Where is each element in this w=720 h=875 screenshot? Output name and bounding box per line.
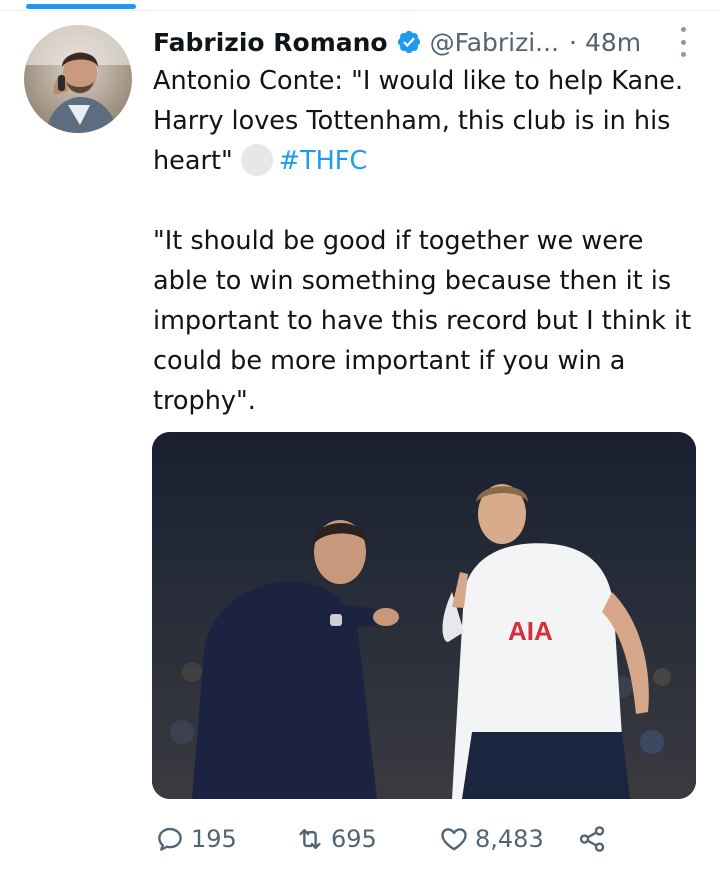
share-icon: [579, 826, 605, 852]
retweet-icon: [299, 829, 321, 849]
avatar[interactable]: [24, 25, 132, 133]
tweet-text: Antonio Conte: "I would like to help Kan…: [153, 61, 703, 421]
emoji-icon: [240, 144, 273, 176]
tweet-actions: 195 695 8,483: [155, 820, 625, 858]
hashtag-link[interactable]: #THFC: [279, 146, 368, 176]
reply-button[interactable]: 195: [155, 820, 237, 858]
tweet-paragraph-2: "It should be good if together we were a…: [153, 226, 692, 416]
share-button[interactable]: [577, 820, 607, 858]
timestamp[interactable]: 48m: [585, 28, 641, 57]
reply-icon: [158, 827, 182, 851]
heart-icon: [441, 828, 467, 851]
author-handle[interactable]: @Fabrizi...: [430, 28, 559, 57]
tweet-view: Fabrizio Romano @Fabrizi... · 48m Antoni…: [0, 0, 720, 875]
jersey-sponsor-text: AIA: [508, 616, 553, 646]
retweet-button[interactable]: 695: [295, 820, 377, 858]
reply-count: 195: [191, 825, 237, 853]
tweet-header: Fabrizio Romano @Fabrizi... · 48m: [153, 22, 698, 62]
divider: [0, 10, 720, 11]
like-button[interactable]: 8,483: [439, 820, 544, 858]
author-name[interactable]: Fabrizio Romano: [153, 28, 388, 57]
tweet-paragraph-1: Antonio Conte: "I would like to help Kan…: [153, 61, 703, 181]
tweet-text-line: Antonio Conte: "I would like to help Kan…: [153, 66, 684, 176]
separator-dot: ·: [569, 27, 577, 57]
like-count: 8,483: [475, 825, 544, 853]
more-options-icon[interactable]: [678, 27, 688, 57]
verified-badge-icon: [396, 29, 422, 55]
tab-indicator: [26, 4, 136, 9]
retweet-count: 695: [331, 825, 377, 853]
tweet-media-image[interactable]: AIA: [152, 432, 696, 799]
